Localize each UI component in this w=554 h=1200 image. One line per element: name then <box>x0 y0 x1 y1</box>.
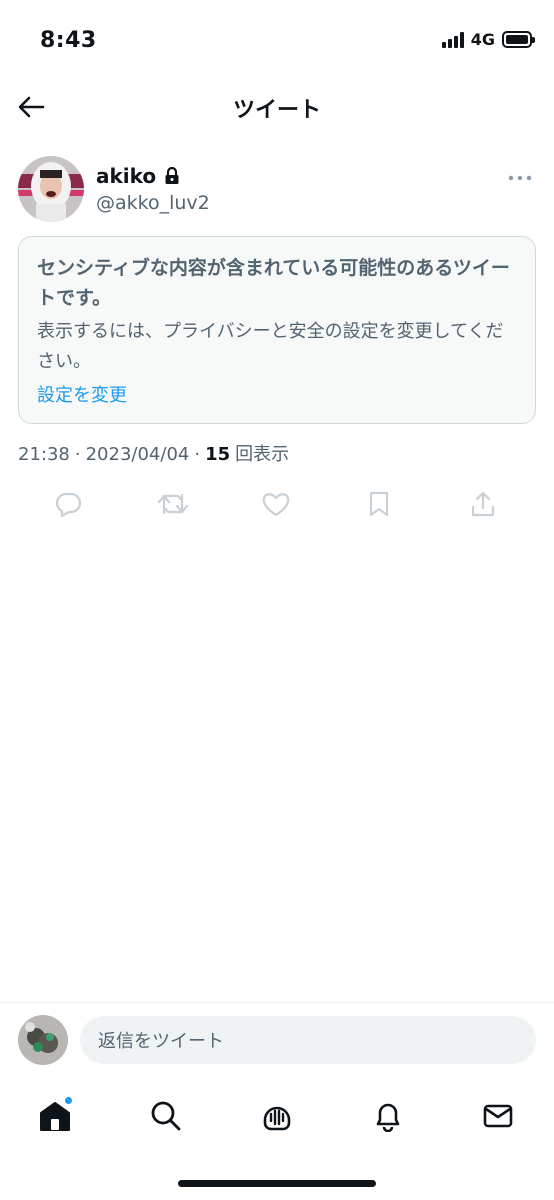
lock-icon <box>165 167 179 184</box>
share-button[interactable] <box>465 486 501 522</box>
messages-icon <box>483 1104 513 1128</box>
sensitive-notice-title: センシティブな内容が含まれている可能性のあるツイートです。 <box>37 257 510 309</box>
reply-input[interactable]: 返信をツイート <box>80 1016 536 1064</box>
battery-icon <box>502 31 535 48</box>
nav-spaces[interactable] <box>257 1096 297 1136</box>
meta-separator: · <box>74 444 81 465</box>
tweet-meta: 21:38 · 2023/04/04 · 15 回表示 <box>18 440 289 466</box>
retweet-button[interactable] <box>155 486 191 522</box>
nav-notifications[interactable] <box>368 1096 408 1136</box>
more-horizontal-icon <box>508 175 532 181</box>
nav-home[interactable] <box>35 1096 75 1136</box>
avatar[interactable] <box>18 156 84 222</box>
views-count: 15 <box>205 444 231 465</box>
spaces-icon <box>263 1106 291 1131</box>
author-name-row: akiko <box>96 164 180 188</box>
new-content-dot <box>64 1096 73 1105</box>
signal-icon <box>441 31 464 48</box>
tweet-author: akiko @akko_luv2 <box>18 156 538 226</box>
nav-search[interactable] <box>146 1096 186 1136</box>
change-settings-link[interactable]: 設定を変更 <box>37 381 127 411</box>
avatar-image <box>18 1015 68 1065</box>
bottom-nav <box>0 1090 554 1140</box>
status-bar: 8:43 4G <box>0 0 554 80</box>
tweet-actions <box>0 486 554 522</box>
notifications-icon <box>376 1103 400 1132</box>
share-icon <box>471 491 495 517</box>
page-title: ツイート <box>232 98 321 123</box>
more-options-button[interactable] <box>506 168 534 188</box>
search-icon <box>151 1101 181 1131</box>
author-name[interactable]: akiko <box>96 164 156 188</box>
network-type: 4G <box>470 30 495 49</box>
like-icon <box>262 493 290 517</box>
reply-icon <box>55 492 82 517</box>
views-label: 回表示 <box>235 444 290 465</box>
like-button[interactable] <box>258 486 294 522</box>
author-handle[interactable]: @akko_luv2 <box>96 192 210 214</box>
bookmark-button[interactable] <box>361 486 397 522</box>
tweet-time: 21:38 <box>18 444 70 465</box>
avatar-image <box>18 156 84 222</box>
status-time: 8:43 <box>40 28 97 53</box>
meta-separator: · <box>194 444 201 465</box>
divider <box>0 1002 554 1003</box>
reply-button[interactable] <box>50 486 86 522</box>
nav-messages[interactable] <box>478 1096 518 1136</box>
sensitive-notice-description: 表示するには、プライバシーと安全の設定を変更してください。 <box>37 321 504 372</box>
home-indicator <box>178 1180 376 1187</box>
sensitive-content-notice: センシティブな内容が含まれている可能性のあるツイートです。 表示するには、プライ… <box>18 236 536 424</box>
my-avatar[interactable] <box>18 1015 68 1065</box>
tweet-date: 2023/04/04 <box>85 444 190 465</box>
retweet-icon <box>157 493 189 515</box>
status-indicators: 4G <box>441 30 535 49</box>
bookmark-icon <box>369 491 389 517</box>
top-bar: ツイート <box>0 80 554 134</box>
